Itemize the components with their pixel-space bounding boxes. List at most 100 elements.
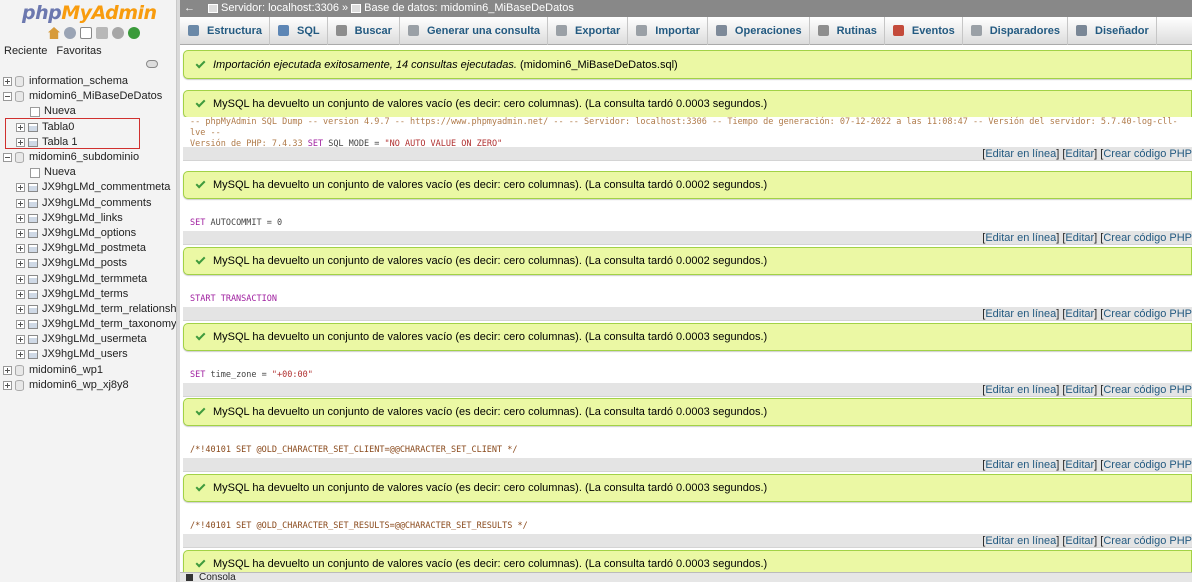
breadcrumb-database[interactable]: Base de datos: midomin6_MiBaseDeDatos	[364, 0, 574, 17]
tree-item-label[interactable]: JX9hgLMd_termmeta	[42, 272, 147, 287]
edit-inline-link[interactable]: Editar en línea	[985, 535, 1056, 547]
tree-item-label[interactable]: Nueva	[44, 165, 76, 180]
collapse-icon[interactable]	[3, 153, 12, 163]
tab-diseñador[interactable]: Diseñador	[1068, 16, 1157, 45]
create-php-link[interactable]: Crear código PHP	[1103, 308, 1192, 320]
tree-database[interactable]: midomin6_wp_xj8y8	[0, 378, 176, 393]
docs-icon[interactable]	[80, 27, 92, 39]
home-icon[interactable]	[48, 27, 60, 39]
tab-sql[interactable]: SQL	[270, 16, 328, 45]
edit-link[interactable]: Editar	[1065, 459, 1094, 471]
edit-link[interactable]: Editar	[1065, 148, 1094, 160]
tree-item-label[interactable]: midomin6_subdominio	[29, 150, 139, 165]
expand-icon[interactable]	[16, 350, 25, 360]
tree-item-label[interactable]: JX9hgLMd_term_taxonomy	[42, 317, 176, 332]
edit-inline-link[interactable]: Editar en línea	[985, 148, 1056, 160]
expand-icon[interactable]	[16, 289, 25, 299]
tab-generar-una-consulta[interactable]: Generar una consulta	[400, 16, 549, 45]
expand-icon[interactable]	[3, 380, 12, 390]
expand-icon[interactable]	[16, 244, 25, 254]
expand-icon[interactable]	[16, 183, 25, 193]
back-arrow-icon[interactable]: ←	[184, 0, 195, 17]
tree-database[interactable]: midomin6_MiBaseDeDatos	[0, 89, 176, 104]
edit-inline-link[interactable]: Editar en línea	[985, 459, 1056, 471]
tab-disparadores[interactable]: Disparadores	[963, 16, 1069, 45]
tree-item-label[interactable]: midomin6_wp_xj8y8	[29, 378, 129, 393]
tree-item-label[interactable]: JX9hgLMd_users	[42, 347, 128, 362]
tab-rutinas[interactable]: Rutinas	[810, 16, 885, 45]
tree-item-label[interactable]: JX9hgLMd_terms	[42, 287, 128, 302]
tree-item-label[interactable]: information_schema	[29, 74, 128, 89]
tree-table[interactable]: Tabla0	[0, 120, 176, 135]
tree-item-label[interactable]: JX9hgLMd_links	[42, 211, 123, 226]
tab-recent[interactable]: Reciente	[4, 45, 47, 57]
tree-table[interactable]: JX9hgLMd_terms	[0, 287, 176, 302]
expand-icon[interactable]	[16, 274, 25, 284]
expand-icon[interactable]	[3, 365, 12, 375]
tree-item-label[interactable]: Nueva	[44, 104, 76, 119]
tree-table[interactable]: JX9hgLMd_comments	[0, 196, 176, 211]
expand-icon[interactable]	[16, 122, 25, 132]
create-php-link[interactable]: Crear código PHP	[1103, 459, 1192, 471]
tree-database[interactable]: midomin6_wp1	[0, 363, 176, 378]
tree-item-label[interactable]: midomin6_wp1	[29, 363, 103, 378]
tree-new-item[interactable]: Nueva	[0, 165, 176, 180]
tree-table[interactable]: JX9hgLMd_users	[0, 347, 176, 362]
edit-link[interactable]: Editar	[1065, 232, 1094, 244]
link-collapse-icon[interactable]	[146, 60, 158, 68]
exit-icon[interactable]	[64, 27, 76, 39]
collapse-icon[interactable]	[3, 92, 12, 102]
settings-icon[interactable]	[112, 27, 124, 39]
create-php-link[interactable]: Crear código PHP	[1103, 384, 1192, 396]
tree-item-label[interactable]: JX9hgLMd_commentmeta	[42, 180, 170, 195]
tree-table[interactable]: JX9hgLMd_term_relationship	[0, 302, 176, 317]
tree-item-label[interactable]: JX9hgLMd_usermeta	[42, 332, 147, 347]
tree-item-label[interactable]: Tabla 1	[42, 135, 77, 150]
edit-link[interactable]: Editar	[1065, 384, 1094, 396]
edit-link[interactable]: Editar	[1065, 535, 1094, 547]
edit-inline-link[interactable]: Editar en línea	[985, 232, 1056, 244]
tab-estructura[interactable]: Estructura	[180, 16, 271, 45]
breadcrumb-server[interactable]: Servidor: localhost:3306	[221, 0, 339, 17]
expand-icon[interactable]	[16, 304, 25, 314]
tree-table[interactable]: JX9hgLMd_links	[0, 211, 176, 226]
tree-table[interactable]: JX9hgLMd_usermeta	[0, 332, 176, 347]
tab-eventos[interactable]: Eventos	[885, 16, 963, 45]
tree-item-label[interactable]: JX9hgLMd_term_relationship	[42, 302, 176, 317]
expand-icon[interactable]	[16, 198, 25, 208]
tree-table[interactable]: JX9hgLMd_options	[0, 226, 176, 241]
tree-table[interactable]: Tabla 1	[0, 135, 176, 150]
tree-item-label[interactable]: JX9hgLMd_posts	[42, 256, 127, 271]
tab-operaciones[interactable]: Operaciones	[708, 16, 810, 45]
create-php-link[interactable]: Crear código PHP	[1103, 148, 1192, 160]
tab-importar[interactable]: Importar	[628, 16, 708, 45]
expand-icon[interactable]	[3, 77, 12, 87]
tree-table[interactable]: JX9hgLMd_term_taxonomy	[0, 317, 176, 332]
expand-icon[interactable]	[16, 320, 25, 330]
tree-table[interactable]: JX9hgLMd_termmeta	[0, 271, 176, 287]
tree-item-label[interactable]: JX9hgLMd_comments	[42, 196, 151, 211]
reload-icon[interactable]	[128, 27, 140, 39]
console-bar[interactable]: Consola	[180, 572, 1192, 582]
tree-database[interactable]: midomin6_subdominio	[0, 150, 176, 165]
expand-icon[interactable]	[16, 335, 25, 345]
tree-database[interactable]: information_schema	[0, 74, 176, 89]
tree-table[interactable]: JX9hgLMd_commentmeta	[0, 180, 176, 195]
create-php-link[interactable]: Crear código PHP	[1103, 535, 1192, 547]
tab-favorites[interactable]: Favoritas	[56, 45, 101, 57]
expand-icon[interactable]	[16, 259, 25, 269]
tree-table[interactable]: JX9hgLMd_posts	[0, 256, 176, 271]
tree-new-item[interactable]: Nueva	[0, 104, 176, 119]
edit-inline-link[interactable]: Editar en línea	[985, 308, 1056, 320]
expand-icon[interactable]	[16, 137, 25, 147]
edit-link[interactable]: Editar	[1065, 308, 1094, 320]
tree-item-label[interactable]: JX9hgLMd_options	[42, 226, 136, 241]
phpmyadmin-logo[interactable]: phpMyAdmin	[22, 2, 157, 24]
tab-exportar[interactable]: Exportar	[548, 16, 629, 45]
tab-buscar[interactable]: Buscar	[328, 16, 400, 45]
sql-docs-icon[interactable]	[96, 27, 108, 39]
tree-item-label[interactable]: midomin6_MiBaseDeDatos	[29, 89, 162, 104]
expand-icon[interactable]	[16, 213, 25, 223]
tree-table[interactable]: JX9hgLMd_postmeta	[0, 241, 176, 256]
tree-item-label[interactable]: JX9hgLMd_postmeta	[42, 241, 146, 256]
